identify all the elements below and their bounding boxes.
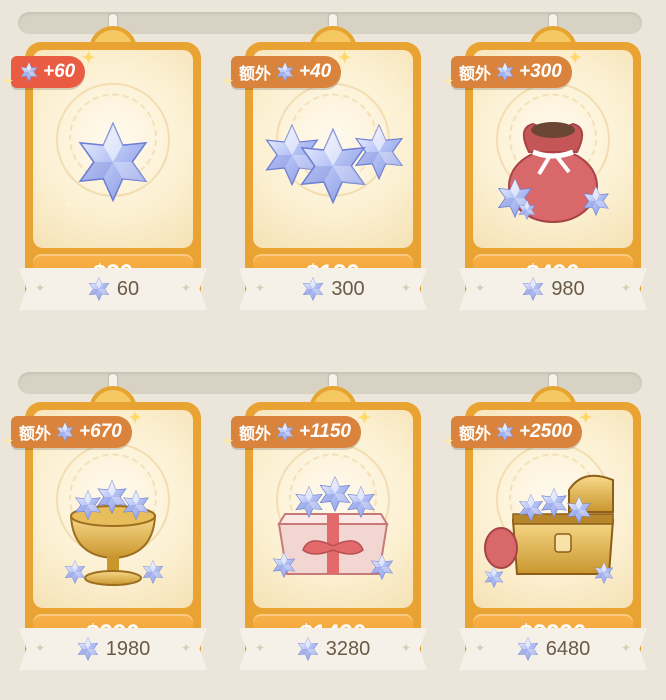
package-card[interactable]: $2990 额外 +2500 ✦✦ ✦✦ 6480 xyxy=(443,374,647,670)
crystal-icon xyxy=(517,637,538,661)
extra-label: 额外 xyxy=(239,66,272,83)
crystal-amount: 980 xyxy=(551,277,585,300)
crystal-icon xyxy=(496,422,514,442)
bonus-badge: 额外 +300 ✦ ✦ xyxy=(443,50,582,88)
extra-label: 额外 xyxy=(19,426,52,443)
bonus-badge: +60 ✦ ✦ xyxy=(3,50,96,88)
single-star-icon: ✦ ✦ xyxy=(65,117,165,211)
package-card[interactable]: $990 额外 +670 ✦✦ ✦✦ 1980 xyxy=(3,374,207,670)
package-card[interactable]: $1490 额外 +1150 ✦✦ ✦✦ 3280 xyxy=(223,374,427,670)
hanger-hook xyxy=(89,14,137,50)
package-card[interactable]: ✦ ✦ $30 +60 ✦✦ ✦✦ 60 xyxy=(3,14,207,310)
bonus-amount: +1150 xyxy=(299,421,351,442)
svg-text:✦: ✦ xyxy=(381,105,393,121)
extra-label: 额外 xyxy=(459,66,492,83)
bonus-amount: +2500 xyxy=(519,421,573,442)
bonus-amount: +300 xyxy=(519,61,562,82)
bonus-badge: 额外 +40 ✦ ✦ xyxy=(223,50,352,88)
extra-label: 额外 xyxy=(239,426,272,443)
hanger-hook xyxy=(529,374,577,410)
extra-label: 额外 xyxy=(459,426,492,443)
hanger-hook xyxy=(89,374,137,410)
bonus-amount: +40 xyxy=(299,61,332,82)
pouch-icon: ✦ xyxy=(498,122,609,223)
chalice-icon xyxy=(64,480,164,586)
crystal-icon xyxy=(77,637,98,661)
amount-ribbon: ✦ ✦ 6480 xyxy=(459,628,647,670)
bonus-badge: 额外 +670 ✦ ✦ xyxy=(3,410,142,448)
bonus-badge: 额外 +2500 ✦ ✦ xyxy=(443,410,593,448)
crystal-amount: 1980 xyxy=(105,637,151,660)
amount-ribbon: ✦ ✦ 1980 xyxy=(19,628,207,670)
amount-ribbon: ✦ ✦ 300 xyxy=(239,268,427,310)
crystal-icon xyxy=(496,62,514,82)
hanger-hook xyxy=(309,374,357,410)
three-stars-icon: ✦ xyxy=(265,105,403,204)
crystal-amount: 300 xyxy=(331,277,365,300)
treasure-chest-icon xyxy=(484,474,615,588)
crystal-icon xyxy=(20,62,38,82)
gift-box-icon xyxy=(273,476,393,580)
package-card[interactable]: ✦ $490 额外 +300 ✦✦ ✦✦ 980 xyxy=(443,14,647,310)
crystal-icon xyxy=(276,422,294,442)
amount-ribbon: ✦ ✦ 3280 xyxy=(239,628,427,670)
crystal-icon xyxy=(297,637,318,661)
hanger-hook xyxy=(529,14,577,50)
crystal-amount: 6480 xyxy=(545,637,591,660)
amount-ribbon: ✦ ✦ 980 xyxy=(459,268,647,310)
svg-text:✦: ✦ xyxy=(153,117,165,133)
crystal-icon xyxy=(523,277,544,301)
crystal-icon xyxy=(56,422,74,442)
crystal-icon xyxy=(276,62,294,82)
crystal-icon xyxy=(88,277,109,301)
bonus-amount: +60 xyxy=(43,61,76,82)
svg-text:✦: ✦ xyxy=(507,160,515,171)
bonus-badge: 额外 +1150 ✦ ✦ xyxy=(223,410,371,448)
shop-grid: ✦ ✦ $30 +60 ✦✦ ✦✦ 60 xyxy=(0,0,666,700)
crystal-icon xyxy=(303,277,324,301)
crystal-amount: 3280 xyxy=(325,637,371,660)
bonus-amount: +670 xyxy=(79,421,122,442)
amount-ribbon: ✦ ✦ 60 xyxy=(19,268,207,310)
hanger-hook xyxy=(309,14,357,50)
svg-text:✦: ✦ xyxy=(65,200,73,211)
crystal-amount: 60 xyxy=(116,277,140,300)
package-card[interactable]: ✦ $120 额外 +40 ✦✦ ✦✦ 300 xyxy=(223,14,427,310)
